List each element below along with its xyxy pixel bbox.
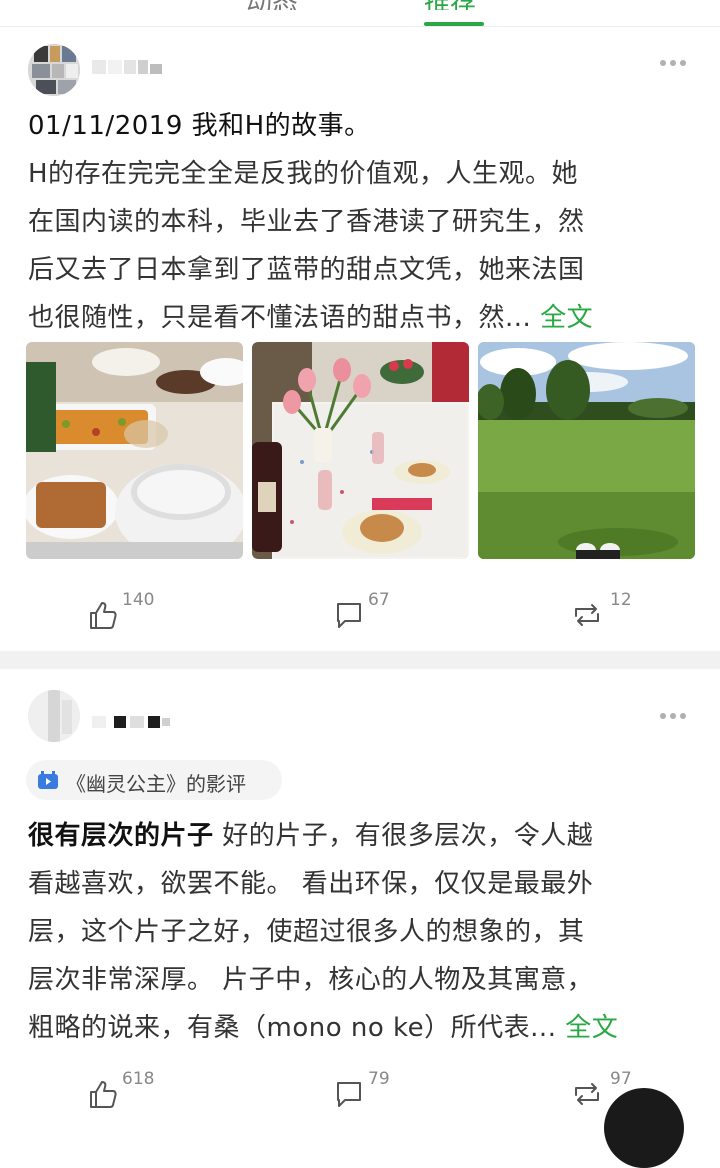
more-options-icon[interactable]: [660, 711, 690, 721]
post-title-line: 01/11/2019 我和H的故事。: [28, 111, 371, 141]
post-line: 好的片子，有很多层次，令人越: [213, 821, 594, 851]
comment-button[interactable]: 79: [334, 1069, 404, 1117]
post-title: 很有层次的片子: [28, 821, 214, 851]
like-button[interactable]: 618: [88, 1069, 168, 1117]
thumbs-up-icon: [90, 602, 117, 629]
thumbs-up-icon: [90, 1081, 117, 1108]
post-action-bar: 140 67 12: [0, 590, 720, 638]
photo-grid: [26, 342, 696, 559]
active-tab-indicator: [424, 22, 484, 26]
post-line: 在国内读的本科，毕业去了香港读了研究生，然: [28, 207, 585, 237]
more-options-icon[interactable]: [660, 58, 690, 68]
post-line: 后又去了日本拿到了蓝带的甜点文凭，她来法国: [28, 255, 585, 285]
post-line: 层，这个片子之好，使超过很多人的想象的，其: [28, 917, 585, 947]
review-tag-label: 《幽灵公主》的影评: [66, 772, 246, 796]
review-source-tag[interactable]: 《幽灵公主》的影评: [26, 760, 282, 800]
repost-button[interactable]: 12: [570, 590, 640, 638]
post-body[interactable]: 很有层次的片子 好的片子，有很多层次，令人越 看越喜欢，欲罢不能。 看出环保，仅…: [28, 812, 698, 1052]
repost-count: 97: [610, 1069, 632, 1089]
post-line-last: 粗略的说来，有桑（mono no ke）所代表... 全文: [28, 1004, 698, 1052]
top-tab-bar: 动态 推荐: [0, 0, 720, 27]
post-line: H的存在完完全全是反我的价值观，人生观。她: [28, 159, 579, 189]
comment-button[interactable]: 67: [334, 590, 404, 638]
repost-icon: [575, 604, 599, 626]
like-button[interactable]: 140: [88, 590, 168, 638]
post-body[interactable]: 01/11/2019 我和H的故事。 H的存在完完全全是反我的价值观，人生观。她…: [28, 102, 698, 342]
comment-icon: [337, 603, 361, 628]
tab-recommended[interactable]: 推荐: [424, 0, 476, 10]
dinner-table-photo[interactable]: [26, 342, 243, 559]
repost-count: 12: [610, 590, 632, 610]
avatar[interactable]: [28, 690, 80, 742]
repost-icon: [575, 1083, 599, 1105]
comment-icon: [337, 1082, 361, 1107]
floating-action-button[interactable]: [604, 1088, 684, 1168]
post-line: 也很随性，只是看不懂法语的甜点书，然...: [28, 303, 532, 333]
avatar[interactable]: [28, 44, 80, 96]
post-line: 层次非常深厚。 片子中，核心的人物及其寓意，: [28, 965, 594, 995]
post-line: 粗略的说来，有桑（mono no ke）所代表...: [28, 1013, 557, 1043]
username-blurred[interactable]: [92, 712, 172, 730]
film-review-icon: [38, 771, 58, 789]
comment-count: 67: [368, 590, 390, 610]
like-count: 140: [122, 590, 155, 610]
post-first-line: 很有层次的片子 好的片子，有很多层次，令人越: [28, 812, 698, 860]
post-line: 看越喜欢，欲罢不能。 看出环保，仅仅是最最外: [28, 869, 594, 899]
feed-divider: [0, 651, 720, 669]
comment-count: 79: [368, 1069, 390, 1089]
tab-following[interactable]: 动态: [246, 0, 298, 10]
like-count: 618: [122, 1069, 155, 1089]
read-full-link[interactable]: 全文: [565, 1013, 618, 1043]
park-lawn-photo[interactable]: [478, 342, 695, 559]
username-blurred[interactable]: [92, 58, 164, 76]
read-full-link[interactable]: 全文: [540, 303, 593, 333]
post-line-last: 也很随性，只是看不懂法语的甜点书，然... 全文: [28, 294, 698, 342]
tulip-table-photo[interactable]: [252, 342, 469, 559]
